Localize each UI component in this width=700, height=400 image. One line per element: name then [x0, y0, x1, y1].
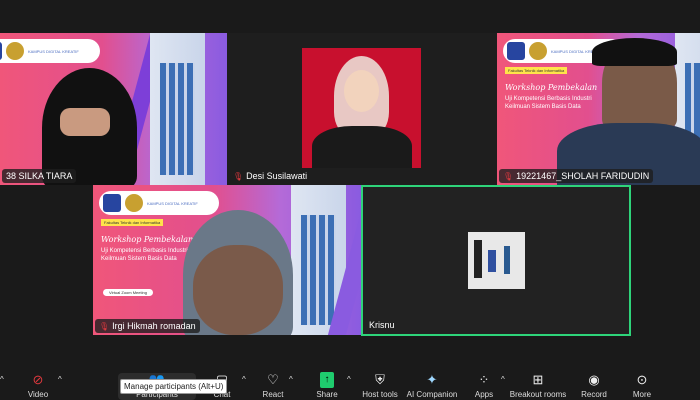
- slide-title: Workshop Pembekalan: [101, 235, 194, 244]
- apps-button[interactable]: ⁘ Apps: [454, 372, 514, 399]
- share-icon: ↑: [320, 372, 334, 388]
- record-icon: ◉: [588, 372, 600, 387]
- apps-icon: ⁘: [478, 372, 490, 387]
- react-button[interactable]: ♡ React: [243, 372, 303, 399]
- video-tile-irgi[interactable]: KAMPUS DIGITAL KREATIF Fakultas Teknik d…: [93, 185, 361, 335]
- video-tile-sholah[interactable]: KAMPUS DIGITAL KREATIF Fakultas Teknik d…: [497, 33, 700, 185]
- host-tools-button[interactable]: ⛨ Host tools: [350, 372, 410, 399]
- heart-icon: ♡: [267, 372, 279, 387]
- video-off-icon: ⊘: [32, 372, 44, 387]
- slide-subtitle: Uji Kompetensi Berbasis Industri Keilmuan…: [101, 248, 188, 262]
- tooltip: Manage participants (Alt+U): [120, 379, 228, 394]
- mic-muted-icon: 🎙: [99, 321, 110, 331]
- profile-photo: [468, 232, 525, 289]
- mic-muted-icon: 🎙: [503, 171, 514, 181]
- faculty-label: Fakultas Teknik dan Informatika: [505, 67, 568, 74]
- slide-title: Workshop Pembekalan: [505, 83, 598, 92]
- building-image: [150, 33, 205, 185]
- meeting-label: Virtual Zoom Meeting: [103, 289, 153, 296]
- video-tile-krisnu[interactable]: Krisnu: [361, 185, 631, 336]
- logos: KAMPUS DIGITAL KREATIF: [99, 191, 219, 215]
- video-tile-desi[interactable]: 🎙 Desi Susilawati: [227, 33, 497, 185]
- video-tile-silka[interactable]: KAMPUS DIGITAL KREATIF 38 SILKA TIARA: [0, 33, 227, 185]
- mic-muted-icon: 🎙: [233, 171, 244, 181]
- ai-companion-button[interactable]: ✦ AI Companion: [402, 372, 462, 399]
- participant-name: 🎙 19221467_SHOLAH FARIDUDIN: [499, 169, 654, 183]
- participant-name: 🎙 Desi Susilawati: [229, 169, 312, 183]
- logos: KAMPUS DIGITAL KREATIF: [0, 39, 100, 63]
- breakout-rooms-button[interactable]: ⊞ Breakout rooms: [508, 372, 568, 399]
- participant-name: 38 SILKA TIARA: [2, 169, 77, 183]
- shield-icon: ⛨: [375, 372, 385, 387]
- participant-name: Krisnu: [369, 320, 395, 330]
- more-button[interactable]: ⊙ More: [612, 372, 672, 399]
- faculty-label: Fakultas Teknik dan Informatika: [101, 219, 164, 226]
- participant-name: 🎙 Irgi Hikmah romadan: [95, 319, 200, 333]
- grid-icon: ⊞: [532, 372, 544, 387]
- slide-subtitle: Uji Kompetensi Berbasis Industri Keilmuan…: [505, 96, 592, 110]
- profile-photo: [302, 48, 421, 168]
- more-icon: ⊙: [636, 372, 648, 387]
- sparkle-icon: ✦: [426, 372, 438, 387]
